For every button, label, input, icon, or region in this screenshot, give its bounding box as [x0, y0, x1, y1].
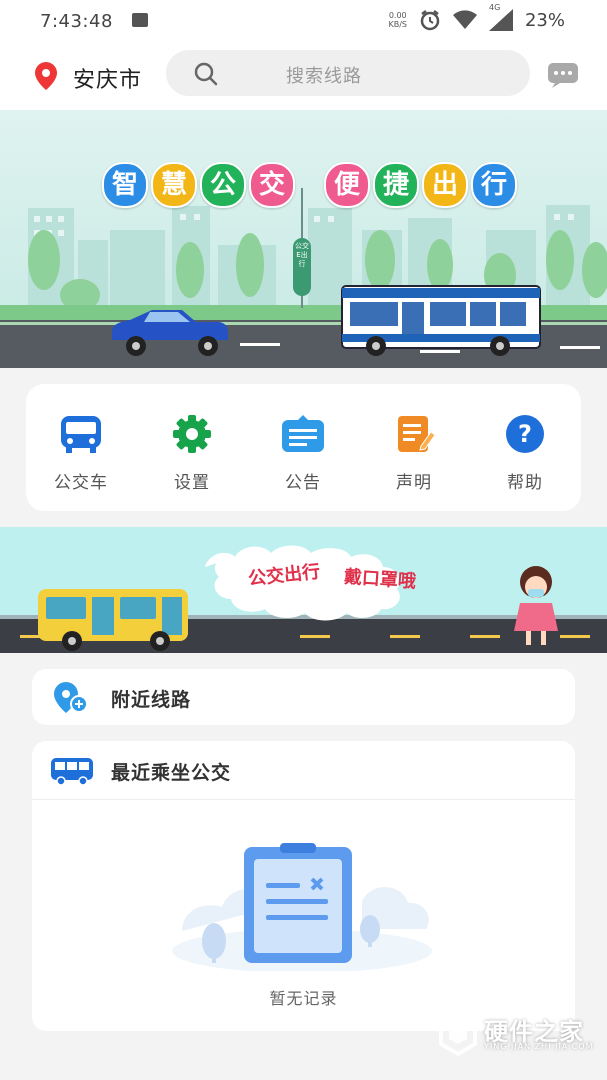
slogan-right: 便 捷 出 行 — [324, 162, 517, 208]
help-icon: ? — [506, 415, 544, 453]
net-speed: 0.00 KB/S — [388, 11, 407, 29]
slogan-left: 智 慧 公 交 — [102, 162, 295, 208]
location-pin-icon[interactable] — [33, 61, 59, 91]
mask-reminder-banner[interactable]: 公交出行 戴口罩哦 — [0, 527, 607, 653]
menu-help-label: 帮助 — [507, 473, 543, 493]
cell-signal-icon: 4G — [488, 3, 513, 31]
nearby-routes-card[interactable]: 附近线路 — [32, 669, 575, 725]
watermark-subtitle: YING JIAN ZHI JIA.COM — [484, 1042, 594, 1051]
search-placeholder: 搜索线路 — [286, 66, 362, 87]
alarm-icon — [420, 10, 440, 31]
menu-notice[interactable]: 公告 — [263, 414, 343, 493]
image-notification-icon — [132, 13, 148, 27]
menu-bus-label: 公交车 — [54, 473, 108, 493]
watermark-logo: 硬件之家 YING JIAN ZHI JIA.COM — [438, 1008, 598, 1068]
bus-girl-illustration — [0, 527, 607, 653]
top-banner[interactable]: 智 慧 公 交 便 捷 出 行 公交E出行 — [0, 110, 607, 368]
nearby-routes-title: 附近线路 — [111, 689, 192, 711]
statement-icon — [398, 416, 436, 452]
wifi-icon — [452, 10, 477, 29]
bus-stop-sign: 公交E出行 — [295, 242, 309, 268]
menu-settings-label: 设置 — [174, 473, 210, 493]
city-bus-illustration — [0, 110, 607, 368]
city-selector[interactable]: 安庆市 — [73, 62, 142, 94]
message-icon[interactable] — [547, 62, 579, 88]
banner2-text-b: 戴口罩哦 — [343, 566, 417, 593]
svg-text:?: ? — [518, 420, 532, 448]
search-icon — [194, 62, 218, 86]
bus-icon — [61, 416, 101, 453]
menu-statement-label: 声明 — [396, 473, 432, 493]
recent-bus-card: 最近乘坐公交 暂无记录 — [32, 741, 575, 1031]
app-header: 安庆市 搜索线路 — [0, 44, 607, 110]
battery-level: 23% — [524, 9, 565, 31]
gear-icon — [173, 415, 211, 453]
function-menu: 公交车 设置 公告 声明 ? 帮助 — [26, 384, 581, 511]
divider — [32, 799, 575, 800]
notice-icon — [282, 415, 324, 452]
menu-statement[interactable]: 声明 — [374, 414, 454, 493]
menu-bus[interactable]: 公交车 — [41, 414, 121, 493]
menu-settings[interactable]: 设置 — [152, 414, 232, 493]
hexagon-logo-icon — [439, 1012, 477, 1056]
bus-icon — [51, 758, 93, 786]
clock: 7:43:48 — [40, 11, 113, 32]
empty-record-text: 暂无记录 — [269, 989, 338, 1008]
menu-help[interactable]: ? 帮助 — [485, 414, 565, 493]
recent-bus-title: 最近乘坐公交 — [111, 762, 232, 784]
empty-clipboard-icon — [172, 843, 432, 971]
search-input[interactable]: 搜索线路 — [166, 50, 530, 96]
nearby-location-icon — [54, 682, 88, 713]
status-bar: 7:43:48 0.00 KB/S 4G 23% — [0, 0, 607, 44]
menu-notice-label: 公告 — [285, 473, 321, 493]
